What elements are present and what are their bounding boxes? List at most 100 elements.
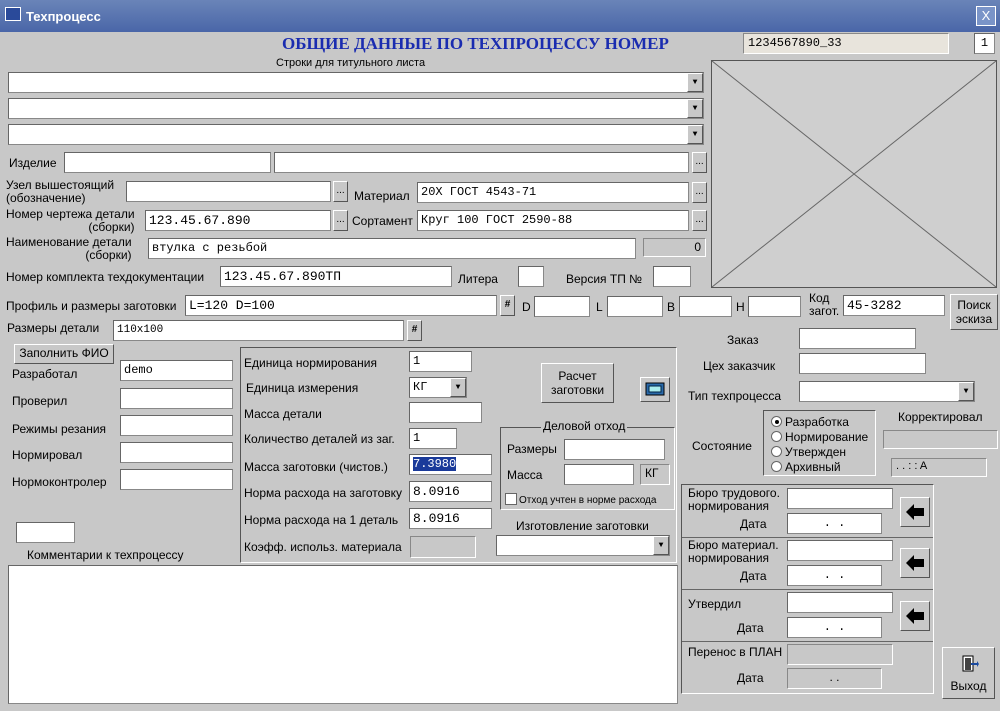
misc-small-field[interactable] bbox=[16, 522, 75, 543]
izdelie-code-field[interactable] bbox=[64, 152, 271, 173]
state-label-4: Архивный bbox=[785, 460, 841, 474]
sketch-image bbox=[711, 60, 997, 288]
utverdil-label: Утвердил bbox=[688, 597, 742, 611]
norma-zag-field[interactable]: 8.0916 bbox=[409, 481, 492, 502]
bmn-date-field[interactable]: . . bbox=[787, 565, 882, 586]
zapolnit-fio-button[interactable]: Заполнить ФИО bbox=[14, 344, 114, 364]
zakaz-field[interactable] bbox=[799, 328, 916, 349]
uzel-browse-button[interactable]: ... bbox=[333, 181, 348, 202]
poisk-eskiza-button[interactable]: Поиск эскиза bbox=[950, 294, 998, 330]
otkhod-massa-field[interactable] bbox=[564, 464, 634, 485]
korrekt-date: . . : : A bbox=[891, 458, 987, 477]
calculator-button[interactable] bbox=[640, 377, 670, 402]
chevron-down-icon[interactable]: ▼ bbox=[687, 125, 703, 144]
btn-date-field[interactable]: . . bbox=[787, 513, 882, 534]
btn-apply-button[interactable] bbox=[900, 497, 930, 527]
exit-label: Выход bbox=[950, 679, 987, 693]
state-radio-2[interactable] bbox=[771, 431, 782, 442]
chevron-down-icon[interactable]: ▼ bbox=[450, 378, 466, 397]
sortament-label: Сортамент bbox=[352, 214, 413, 228]
otkhod-razmery-field[interactable] bbox=[564, 439, 665, 460]
norma-det-label: Норма расхода на 1 деталь bbox=[244, 513, 399, 527]
bmn-field[interactable] bbox=[787, 540, 893, 561]
utverdil-date-label: Дата bbox=[737, 621, 764, 635]
normokontroler-field[interactable] bbox=[120, 469, 233, 490]
chevron-down-icon[interactable]: ▼ bbox=[958, 382, 974, 401]
state-radio-1[interactable] bbox=[771, 416, 782, 427]
razmery-hash-button[interactable]: # bbox=[407, 320, 422, 341]
profil-hash-button[interactable]: # bbox=[500, 295, 515, 316]
exit-button[interactable]: Выход bbox=[942, 647, 995, 699]
chevron-down-icon[interactable]: ▼ bbox=[687, 99, 703, 118]
massa-zag-field[interactable]: 7.3980 bbox=[409, 454, 492, 475]
techprocess-number: 1234567890_33 bbox=[743, 33, 949, 54]
material-browse-button[interactable]: ... bbox=[692, 182, 707, 203]
razrabotal-label: Разработал bbox=[12, 367, 78, 381]
page-number[interactable]: 1 bbox=[974, 33, 995, 54]
uzel-field[interactable] bbox=[126, 181, 331, 202]
chevron-down-icon[interactable]: ▼ bbox=[687, 73, 703, 92]
btn-date-label: Дата bbox=[740, 517, 767, 531]
sortament-browse-button[interactable]: ... bbox=[692, 210, 707, 231]
state-radio-3[interactable] bbox=[771, 446, 782, 457]
material-field[interactable]: 20Х ГОСТ 4543-71 bbox=[417, 182, 689, 203]
rezhimy-label: Режимы резания bbox=[12, 422, 107, 436]
raschet-button[interactable]: Расчет заготовки bbox=[541, 363, 614, 403]
chertezh-field[interactable]: 123.45.67.890 bbox=[145, 210, 331, 231]
proveril-field[interactable] bbox=[120, 388, 233, 409]
koeff-field bbox=[410, 536, 476, 558]
profil-label: Профиль и размеры заготовки bbox=[6, 299, 177, 313]
calculator-icon bbox=[645, 382, 665, 396]
utverdil-apply-button[interactable] bbox=[900, 601, 930, 631]
naim-field[interactable]: втулка с резьбой bbox=[148, 238, 636, 259]
comments-textarea[interactable] bbox=[8, 565, 678, 704]
normiroval-field[interactable] bbox=[120, 442, 233, 463]
btn-label: Бюро трудового. нормирования bbox=[688, 486, 780, 513]
bmn-apply-button[interactable] bbox=[900, 548, 930, 578]
norma-det-field[interactable]: 8.0916 bbox=[409, 508, 492, 529]
litera-field[interactable] bbox=[518, 266, 544, 287]
l-field[interactable] bbox=[607, 296, 663, 317]
razmery-field[interactable]: 110x100 bbox=[113, 320, 404, 341]
title-line-1[interactable]: ▼ bbox=[8, 72, 704, 93]
perenos-label: Перенос в ПЛАН bbox=[688, 645, 783, 659]
tip-select[interactable]: ▼ bbox=[799, 381, 975, 402]
utverdil-field[interactable] bbox=[787, 592, 893, 613]
tseh-field[interactable] bbox=[799, 353, 926, 374]
litera-label: Литера bbox=[458, 272, 498, 286]
versiya-label: Версия ТП № bbox=[566, 272, 643, 286]
komplekt-field[interactable]: 123.45.67.890ТП bbox=[220, 266, 452, 287]
versiya-field[interactable] bbox=[653, 266, 691, 287]
h-field[interactable] bbox=[748, 296, 801, 317]
razrabotal-field[interactable]: demo bbox=[120, 360, 233, 381]
state-radio-4[interactable] bbox=[771, 461, 782, 472]
zakaz-label: Заказ bbox=[727, 333, 759, 347]
izdelie-name-field[interactable] bbox=[274, 152, 689, 173]
otkhod-unit: КГ bbox=[640, 464, 670, 485]
sortament-field[interactable]: Круг 100 ГОСТ 2590-88 bbox=[417, 210, 689, 231]
massa-det-field[interactable] bbox=[409, 402, 482, 423]
d-field[interactable] bbox=[534, 296, 590, 317]
kol-field[interactable]: 1 bbox=[409, 428, 457, 449]
ed-norm-field[interactable]: 1 bbox=[409, 351, 472, 372]
chevron-down-icon[interactable]: ▼ bbox=[653, 536, 669, 555]
btn-field[interactable] bbox=[787, 488, 893, 509]
otkhod-checkbox[interactable] bbox=[505, 493, 517, 505]
kod-field[interactable]: 45-3282 bbox=[843, 295, 945, 316]
b-field[interactable] bbox=[679, 296, 732, 317]
profil-field[interactable]: L=120 D=100 bbox=[185, 295, 497, 316]
razmery-label: Размеры детали bbox=[7, 321, 100, 335]
title-line-2[interactable]: ▼ bbox=[8, 98, 704, 119]
izgotovlenie-select[interactable]: ▼ bbox=[496, 535, 670, 556]
chertezh-browse-button[interactable]: ... bbox=[333, 210, 348, 231]
close-button[interactable]: X bbox=[976, 6, 996, 26]
title-line-3[interactable]: ▼ bbox=[8, 124, 704, 145]
ed-izm-select[interactable]: КГ ▼ bbox=[409, 377, 467, 398]
page-title: ОБЩИЕ ДАННЫЕ ПО ТЕХПРОЦЕССУ НОМЕР bbox=[282, 34, 669, 53]
ed-norm-label: Единица нормирования bbox=[244, 356, 377, 370]
rezhimy-field[interactable] bbox=[120, 415, 233, 436]
massa-zag-value: 7.3980 bbox=[413, 457, 457, 471]
izdelie-browse-button[interactable]: ... bbox=[692, 152, 707, 173]
utverdil-date-field[interactable]: . . bbox=[787, 617, 882, 638]
naim-counter: 0 bbox=[643, 238, 706, 257]
